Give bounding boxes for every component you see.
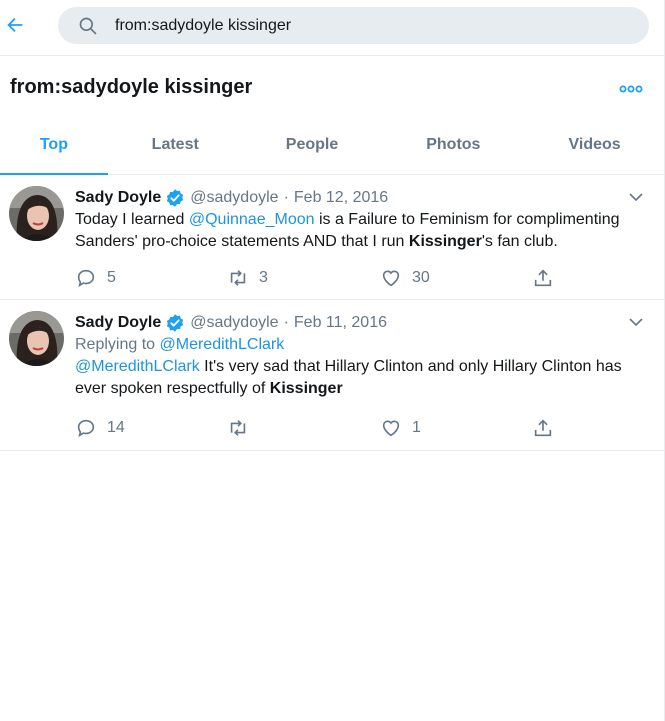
share-icon: [534, 269, 552, 287]
tweet[interactable]: Sady Doyle @sadydoyle · Feb 11, 2016 Rep…: [0, 300, 664, 451]
reply-button[interactable]: 5: [75, 267, 116, 289]
retweet-icon: [230, 270, 246, 286]
reply-button[interactable]: 14: [75, 417, 125, 439]
share-button[interactable]: [532, 267, 554, 289]
avatar[interactable]: [9, 186, 64, 241]
like-count: 1: [412, 419, 421, 436]
mention-link[interactable]: @MeredithLClark: [75, 358, 200, 375]
reply-icon: [77, 269, 95, 288]
more-button[interactable]: [616, 74, 646, 104]
like-button[interactable]: 1: [380, 417, 421, 439]
top-bar: [0, 0, 664, 56]
separator-dot: ·: [283, 314, 289, 331]
tab-videos[interactable]: Videos: [525, 118, 664, 174]
page-header: from:sadydoyle kissinger: [0, 56, 664, 118]
reply-count: 14: [107, 419, 125, 436]
author-name[interactable]: Sady Doyle: [75, 189, 161, 207]
replying-label: Replying to: [75, 336, 160, 353]
tweet-text: Today I learned @Quinnae_Moon is a Failu…: [75, 209, 646, 253]
like-icon: [382, 270, 400, 287]
tweet-body: Sady Doyle @sadydoyle · Feb 11, 2016 Rep…: [75, 312, 646, 400]
share-button[interactable]: [532, 417, 554, 439]
author-name[interactable]: Sady Doyle: [75, 314, 161, 332]
retweet-icon: [230, 420, 246, 436]
text-segment: Today I learned: [75, 211, 189, 228]
tweet[interactable]: Sady Doyle @sadydoyle · Feb 12, 2016 Tod…: [0, 175, 664, 300]
highlighted-keyword: Kissinger: [269, 380, 343, 397]
separator-dot: ·: [283, 189, 289, 206]
retweet-button[interactable]: [227, 417, 259, 439]
retweet-button[interactable]: 3: [227, 267, 268, 289]
search-bar[interactable]: [58, 7, 649, 44]
highlighted-keyword: Kissinger: [408, 233, 482, 250]
tweet-header: Sady Doyle @sadydoyle · Feb 12, 2016: [75, 187, 646, 209]
tab-people[interactable]: People: [243, 118, 382, 174]
tab-bar: Top Latest People Photos Videos: [0, 118, 664, 175]
tweet-date[interactable]: Feb 12, 2016: [294, 189, 388, 207]
tweet-body: Sady Doyle @sadydoyle · Feb 12, 2016 Tod…: [75, 187, 646, 253]
avatar[interactable]: [9, 311, 64, 366]
replying-to-link[interactable]: @MeredithLClark: [160, 336, 285, 353]
back-arrow-icon: [7, 17, 23, 33]
chevron-down-icon: [629, 318, 643, 327]
search-icon: [79, 17, 97, 35]
mention-link[interactable]: @Quinnae_Moon: [189, 211, 315, 228]
tweet-menu-button[interactable]: [626, 312, 646, 332]
verified-badge-icon: [167, 314, 184, 332]
author-handle[interactable]: @sadydoyle: [190, 314, 278, 332]
more-icon: [619, 85, 643, 93]
page-title: from:sadydoyle kissinger: [10, 76, 253, 98]
tab-latest[interactable]: Latest: [108, 118, 243, 174]
like-button[interactable]: 30: [380, 267, 430, 289]
search-input[interactable]: [115, 7, 635, 44]
tab-top[interactable]: Top: [0, 118, 108, 175]
tweet-text: @MeredithLClark It's very sad that Hilla…: [75, 356, 646, 400]
back-button[interactable]: [2, 12, 28, 38]
like-icon: [382, 420, 400, 437]
text-segment: 's fan club.: [481, 233, 558, 250]
tweet-menu-button[interactable]: [626, 187, 646, 207]
tab-photos[interactable]: Photos: [381, 118, 525, 174]
replying-to: Replying to @MeredithLClark: [75, 334, 646, 356]
tweet-date[interactable]: Feb 11, 2016: [294, 314, 387, 332]
retweet-count: 3: [259, 269, 268, 286]
tweet-header: Sady Doyle @sadydoyle · Feb 11, 2016: [75, 312, 646, 334]
reply-icon: [77, 419, 95, 438]
chevron-down-icon: [629, 193, 643, 202]
verified-badge-icon: [167, 189, 184, 207]
app: from:sadydoyle kissinger Top Latest Peop…: [0, 0, 665, 721]
author-handle[interactable]: @sadydoyle: [190, 189, 278, 207]
like-count: 30: [412, 269, 430, 286]
share-icon: [534, 419, 552, 437]
reply-count: 5: [107, 269, 116, 286]
